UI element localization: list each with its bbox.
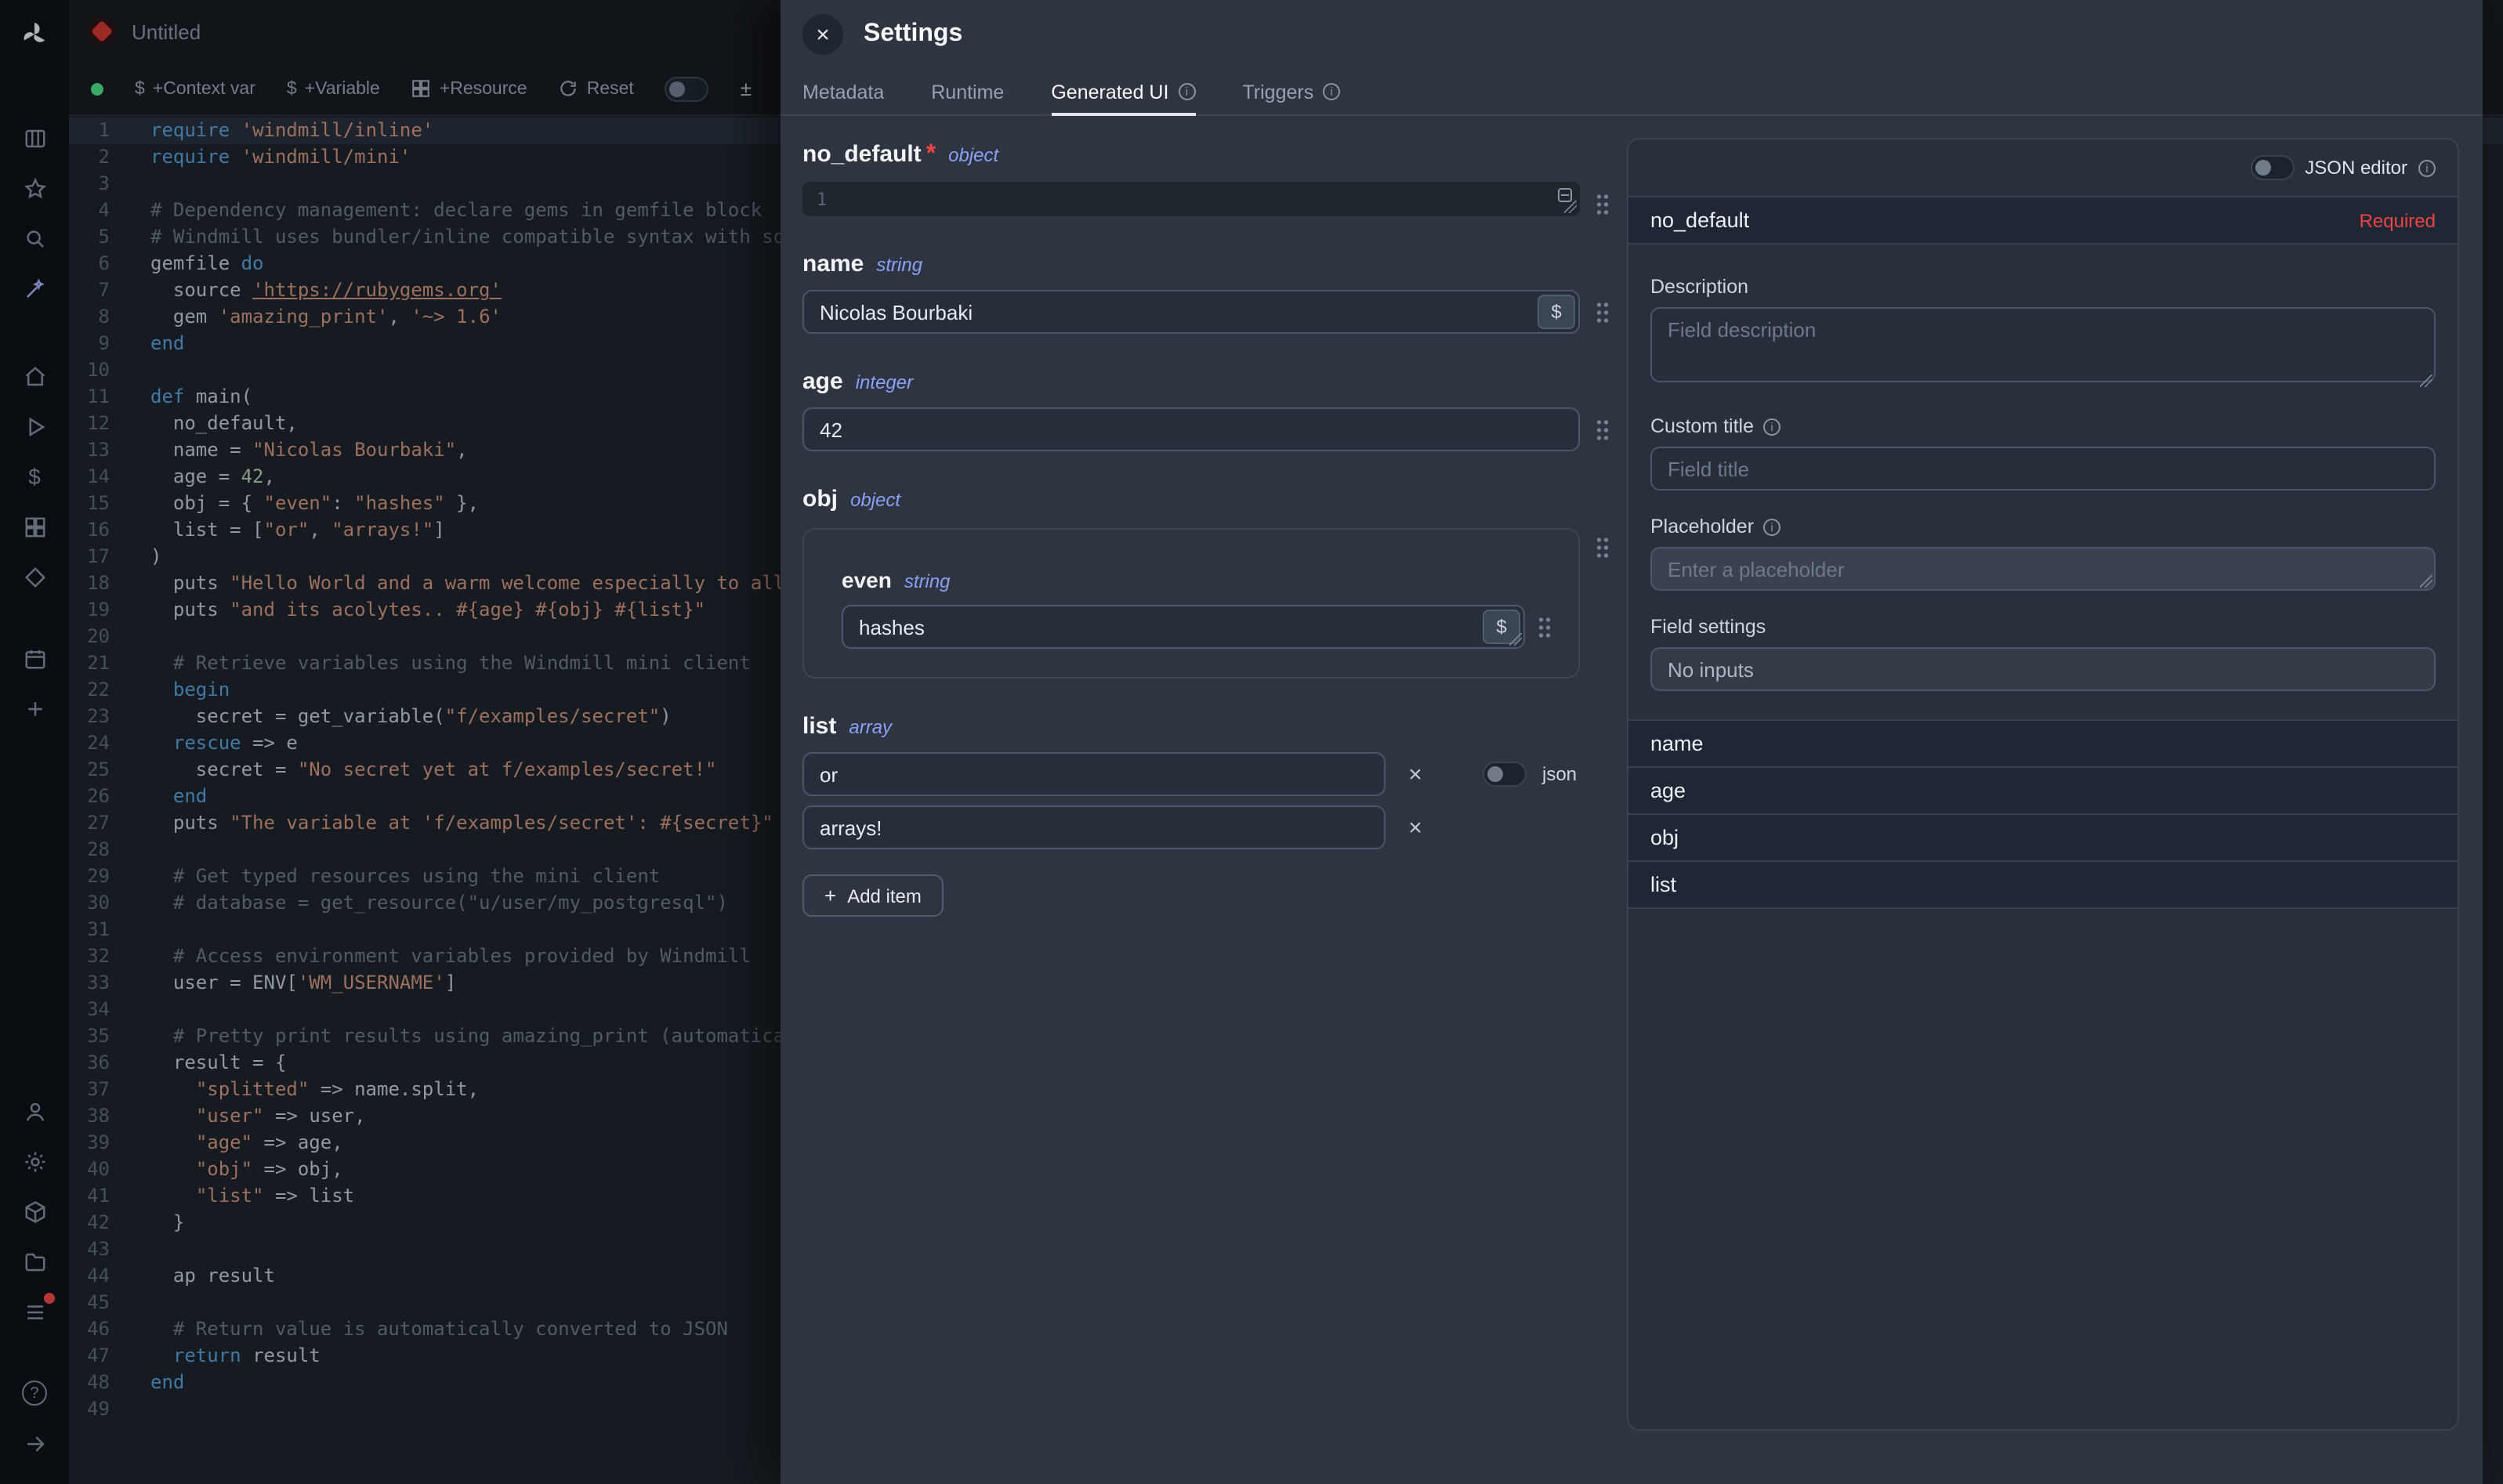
info-icon [1323,83,1340,100]
custom-title-input[interactable] [1650,447,2436,490]
required-asterisk: * [926,141,936,169]
list-item-input[interactable] [802,752,1386,796]
field-settings-column: JSON editor no_default Required Descript… [1617,116,2483,1484]
field-rows: name age obj list [1628,719,2458,909]
plus-icon: + [824,884,836,907]
modal-body: no_default* object 1 name stri [781,116,2483,1484]
custom-title-label: Custom title [1650,415,2436,437]
obj-nested-box: even string $ [802,528,1580,679]
field-label-obj: obj object [802,486,1617,512]
even-input[interactable] [842,605,1525,649]
field-settings-label: Field settings [1650,616,2436,638]
drag-handle-icon[interactable] [1596,418,1610,442]
info-icon [1763,518,1780,535]
list-item-row: × json [802,752,1617,796]
field-label-list: list array [802,713,1617,740]
list-item-input[interactable] [802,805,1386,849]
required-badge: Required [2360,209,2436,231]
json-editor-label: JSON editor [2305,157,2407,179]
tab-generated-ui[interactable]: Generated UI [1051,69,1195,114]
field-label-name: name string [802,251,1617,277]
field-type: string [876,254,922,276]
field-row-name[interactable]: name [1628,719,2458,768]
field-type: object [850,489,900,511]
resize-grip[interactable] [1509,633,1522,646]
panel-top-row: JSON editor [1628,139,2458,196]
field-type: object [948,144,998,166]
resize-grip[interactable] [2420,375,2432,387]
close-button[interactable]: × [802,14,843,55]
settings-modal: × Settings Metadata Runtime Generated UI… [781,0,2483,1484]
field-settings-select[interactable]: No inputs [1650,647,2436,691]
field-label-no-default: no_default* object [802,141,1617,169]
description-textarea[interactable] [1650,307,2436,382]
field-type: array [849,716,892,738]
drag-handle-icon[interactable] [1538,616,1552,639]
field-type: string [904,570,951,592]
info-icon [1763,418,1780,435]
field-row-list[interactable]: list [1628,862,2458,909]
field-row-obj[interactable]: obj [1628,815,2458,862]
drag-handle-icon[interactable] [1596,301,1610,324]
remove-item-icon[interactable]: × [1401,813,1429,842]
close-icon: × [816,21,830,48]
tab-metadata[interactable]: Metadata [802,69,884,114]
name-input[interactable] [802,290,1580,334]
modal-title: Settings [864,20,962,49]
generated-ui-form: no_default* object 1 name stri [781,116,1617,1484]
field-row-no-default[interactable]: no_default Required [1628,196,2458,244]
insert-variable-button[interactable]: $ [1538,295,1575,329]
modal-header: × Settings [781,0,2483,69]
line-number: 1 [817,189,827,209]
settings-tabs: Metadata Runtime Generated UI Triggers [781,69,2483,116]
field-label-even: even string [842,567,1556,592]
remove-item-icon[interactable]: × [1401,760,1429,788]
field-settings-panel: JSON editor no_default Required Descript… [1627,138,2459,1431]
list-json-toggle[interactable] [1483,762,1527,787]
resize-grip[interactable] [1564,201,1577,213]
field-editor-body: Description Custom title Placeholder [1628,244,2458,719]
tab-triggers[interactable]: Triggers [1242,69,1340,114]
placeholder-label: Placeholder [1650,516,2436,537]
field-type: integer [856,371,913,393]
tab-runtime[interactable]: Runtime [931,69,1004,114]
drag-handle-icon[interactable] [1596,193,1610,216]
add-item-button[interactable]: + Add item [802,874,944,917]
app-root: $ Untitled $+Context var $+Variable +Res… [0,0,2503,1484]
age-input[interactable] [802,407,1580,451]
json-toggle-label: json [1542,763,1577,785]
resize-grip[interactable] [2420,575,2432,588]
json-editor-toggle[interactable] [2250,155,2294,180]
no-default-json-input[interactable]: 1 [802,182,1580,216]
placeholder-input[interactable] [1650,547,2436,591]
info-icon [1178,83,1195,100]
field-label-age: age integer [802,368,1617,395]
description-label: Description [1650,276,2436,298]
field-row-age[interactable]: age [1628,768,2458,815]
list-item-row: × [802,805,1617,849]
drag-handle-icon[interactable] [1596,536,1610,559]
info-icon [2418,159,2436,176]
